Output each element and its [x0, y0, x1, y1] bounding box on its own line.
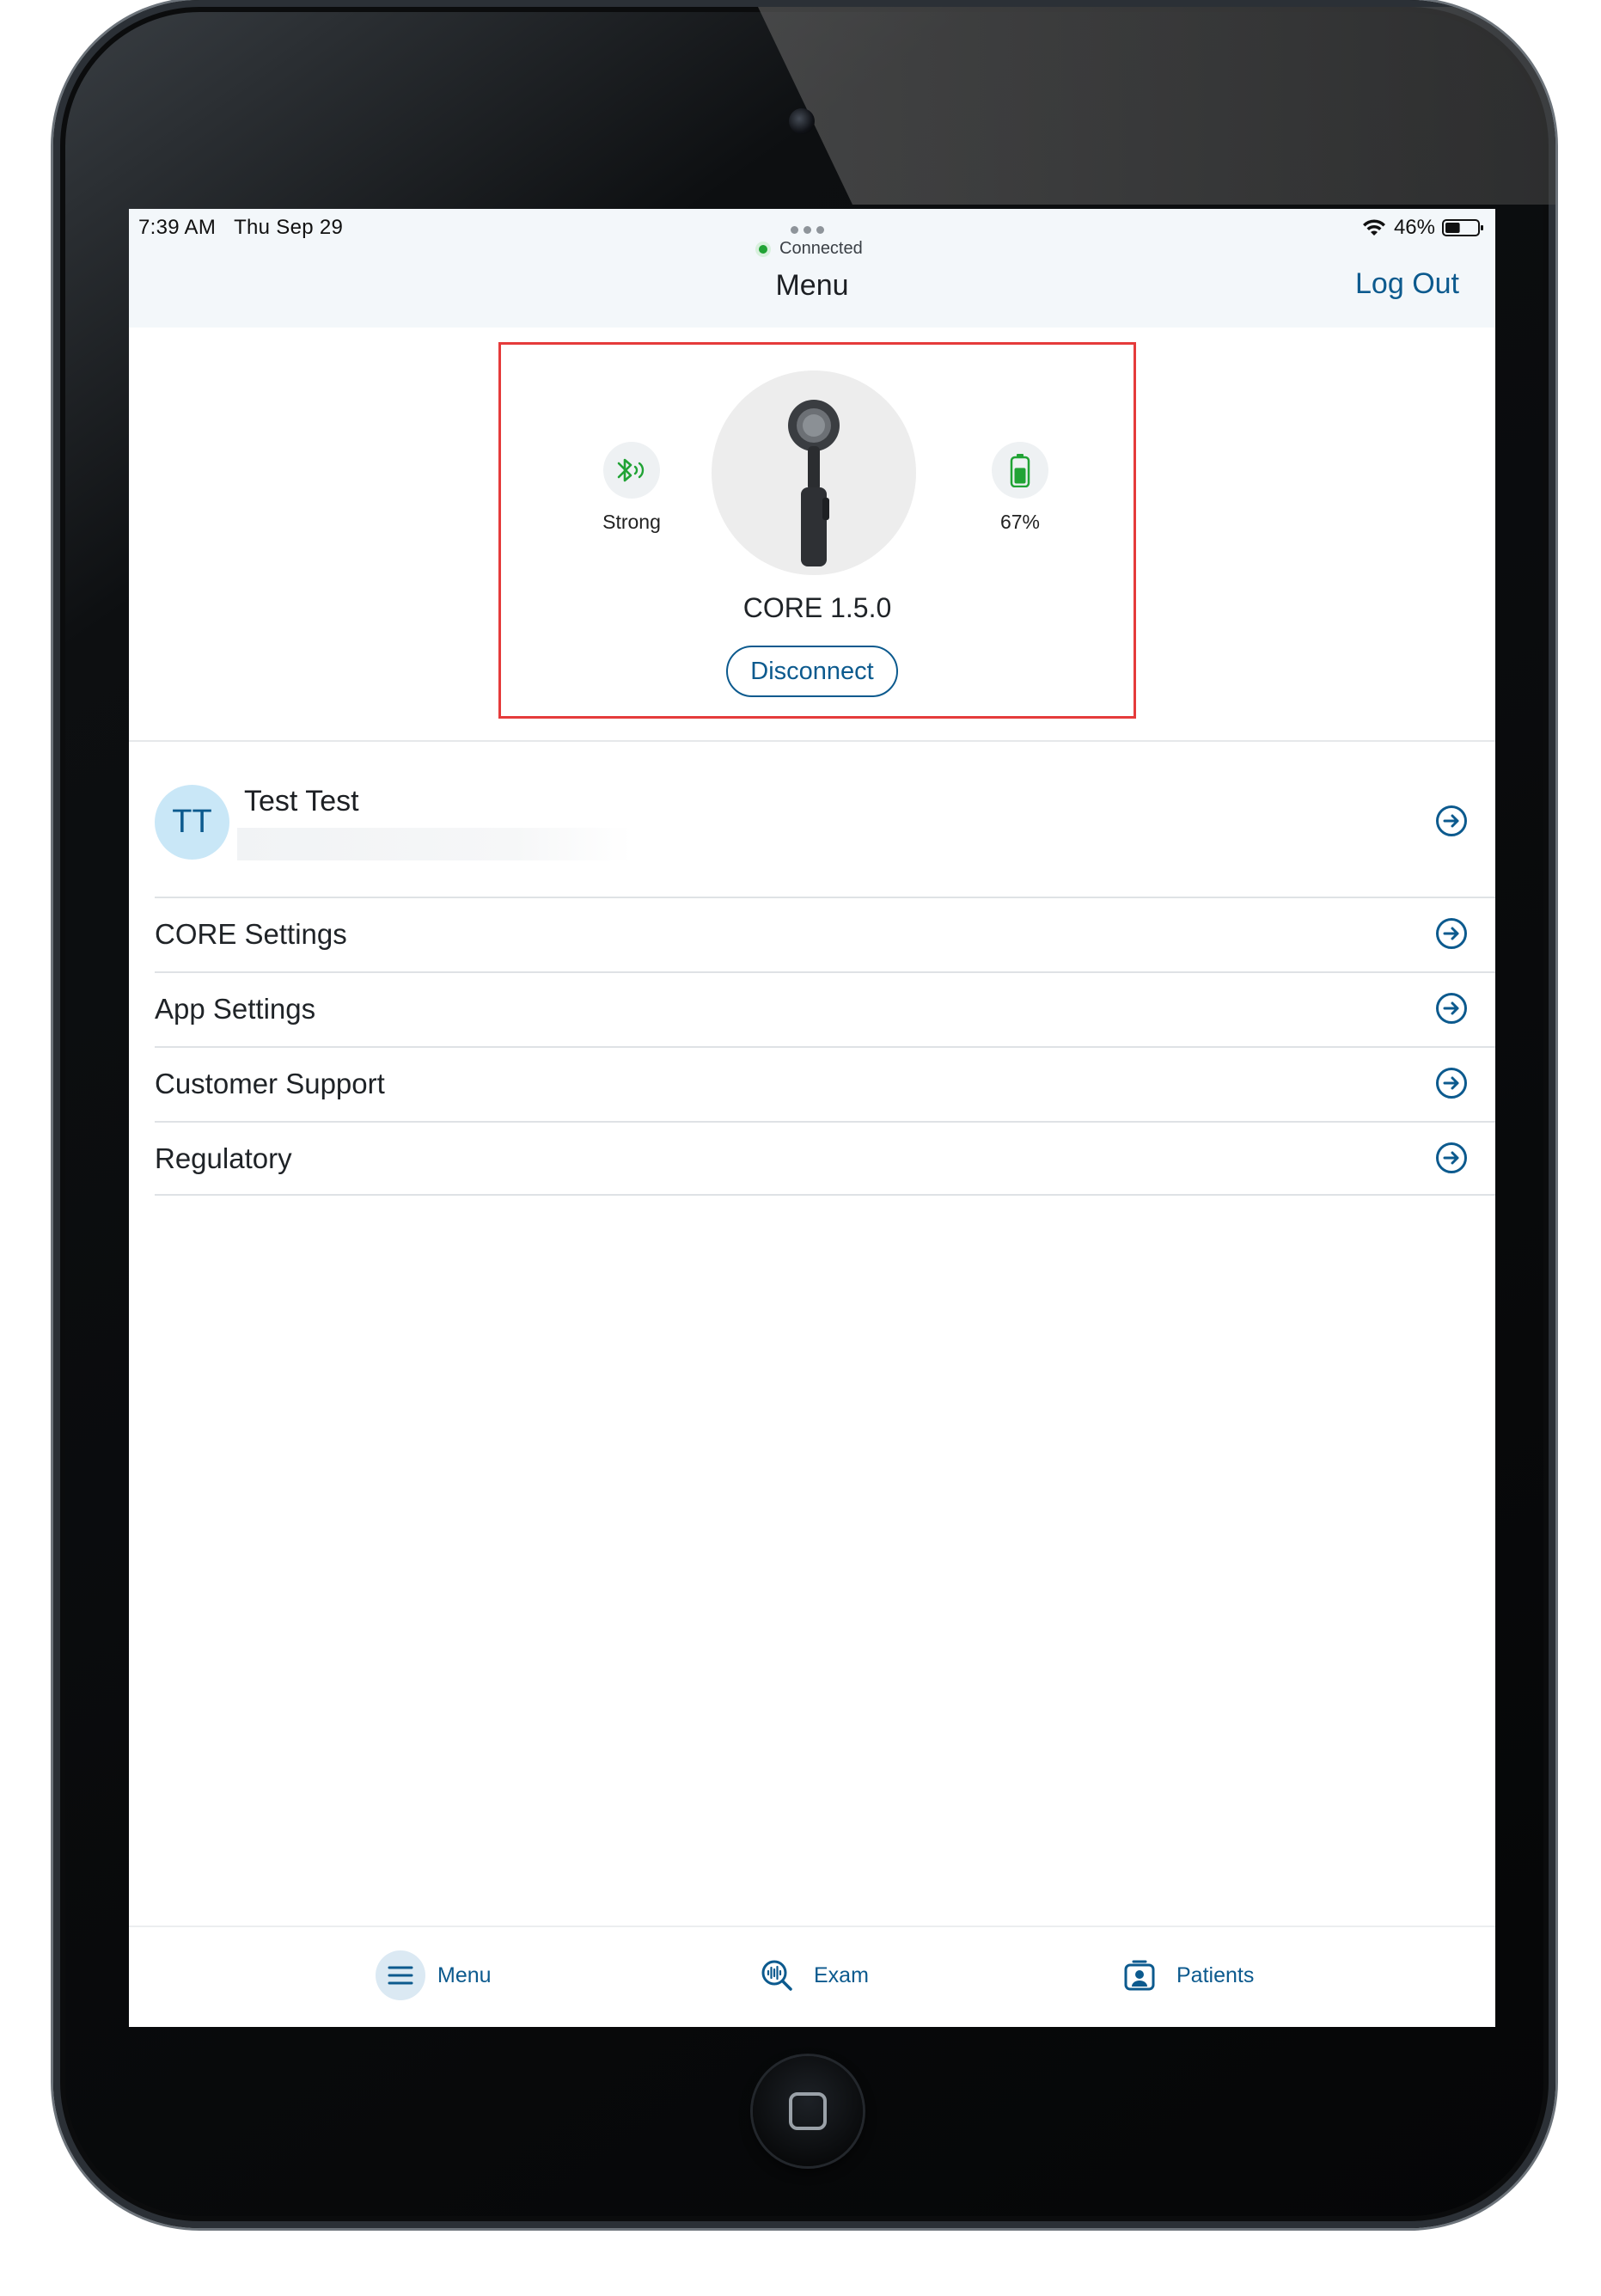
tab-exam-label: Exam	[814, 1962, 869, 1987]
multitasking-dots[interactable]	[791, 226, 824, 234]
arrow-right-circle-icon	[1436, 1068, 1467, 1099]
device-status-card: Strong 67% CORE 1.5.0 Disconnect	[498, 342, 1136, 719]
tab-bar: Menu Exam Patients	[129, 1926, 1495, 2027]
tab-menu-label: Menu	[437, 1962, 492, 1987]
page-title: Menu	[775, 269, 849, 302]
device-name: CORE 1.5.0	[742, 592, 892, 623]
tab-menu[interactable]: Menu	[376, 1948, 492, 2003]
section-divider	[129, 740, 1495, 742]
signal-strength: Strong	[589, 442, 675, 534]
home-square-icon	[789, 2092, 827, 2130]
stethoscope-icon	[788, 400, 840, 566]
avatar: TT	[155, 785, 229, 860]
front-camera	[789, 108, 815, 134]
stethoscope-image	[712, 370, 916, 575]
profile-name: Test Test	[244, 785, 359, 817]
menu-item-customer-support[interactable]: Customer Support	[155, 1046, 1495, 1121]
connection-status-label: Connected	[779, 239, 863, 258]
disconnect-button[interactable]: Disconnect	[726, 646, 898, 697]
bluetooth-signal-icon	[617, 458, 645, 482]
logout-button[interactable]: Log Out	[1355, 267, 1459, 301]
arrow-right-circle-icon	[1436, 918, 1467, 949]
battery-icon	[1442, 219, 1483, 236]
connection-status: Connected	[755, 239, 863, 259]
device-battery-badge	[992, 442, 1048, 499]
arrow-right-circle-icon	[1436, 993, 1467, 1024]
navigation-bar: 7:39 AM Thu Sep 29 Connected 46% Menu Lo…	[129, 209, 1495, 328]
exam-search-waveform-icon	[752, 1950, 802, 2000]
status-time: 7:39 AM Thu Sep 29	[138, 216, 343, 240]
connected-dot-icon	[755, 241, 771, 257]
tab-patients-label: Patients	[1176, 1962, 1255, 1987]
menu-list: CORE Settings App Settings Customer Supp…	[155, 897, 1495, 1196]
signal-strength-label: Strong	[602, 511, 661, 533]
menu-item-label: Customer Support	[155, 1068, 385, 1099]
arrow-right-circle-icon	[1436, 1142, 1467, 1173]
status-time-text: 7:39 AM	[138, 216, 217, 239]
app-screen: 7:39 AM Thu Sep 29 Connected 46% Menu Lo…	[129, 209, 1495, 2027]
tab-patients[interactable]: Patients	[1115, 1948, 1254, 2003]
device-battery-icon	[1010, 454, 1030, 487]
arrow-right-circle-icon	[1436, 805, 1467, 836]
profile-subtitle-redacted	[237, 828, 632, 860]
home-button[interactable]	[753, 2056, 863, 2166]
menu-item-label: Regulatory	[155, 1142, 292, 1174]
menu-item-app-settings[interactable]: App Settings	[155, 971, 1495, 1046]
wifi-icon	[1362, 219, 1385, 236]
device-battery: 67%	[977, 442, 1063, 534]
battery-percent-text: 46%	[1393, 216, 1435, 239]
status-right: 46%	[1361, 216, 1485, 240]
device-battery-label: 67%	[999, 511, 1041, 533]
menu-item-label: CORE Settings	[155, 918, 347, 950]
menu-item-label: App Settings	[155, 993, 316, 1025]
hamburger-menu-icon	[376, 1950, 425, 2000]
tab-exam[interactable]: Exam	[752, 1948, 869, 2003]
signal-strength-badge	[603, 442, 660, 499]
bezel-glare	[758, 7, 1555, 205]
status-date-text: Thu Sep 29	[234, 216, 344, 239]
menu-item-regulatory[interactable]: Regulatory	[155, 1121, 1495, 1196]
menu-item-core-settings[interactable]: CORE Settings	[155, 897, 1495, 971]
patient-card-icon	[1115, 1950, 1164, 2000]
profile-row[interactable]: TT Test Test	[155, 759, 1495, 897]
